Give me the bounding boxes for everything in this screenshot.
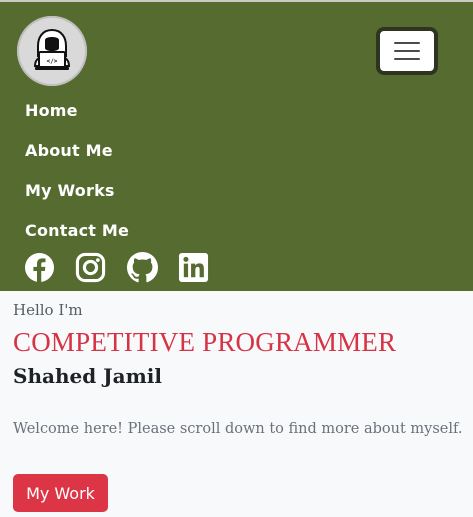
hamburger-menu-icon-bar-2 bbox=[394, 50, 420, 52]
svg-text:</>: </> bbox=[47, 58, 58, 65]
hamburger-menu-icon-bar-3 bbox=[394, 58, 420, 60]
nav-link-contact-me[interactable]: Contact Me bbox=[25, 221, 129, 240]
facebook-icon bbox=[24, 252, 55, 283]
linkedin-icon bbox=[178, 252, 209, 283]
logo-avatar[interactable]: </> bbox=[17, 16, 87, 86]
navbar-toggler-button[interactable] bbox=[376, 27, 438, 75]
instagram-icon bbox=[75, 252, 106, 283]
github-link[interactable] bbox=[127, 252, 158, 283]
facebook-link[interactable] bbox=[24, 252, 55, 283]
hero-name: Shahed Jamil bbox=[13, 364, 162, 388]
hero-welcome-text: Welcome here! Please scroll down to find… bbox=[13, 421, 463, 437]
hero-greeting: Hello I'm bbox=[13, 301, 83, 319]
github-icon bbox=[127, 252, 158, 283]
nav-link-my-works[interactable]: My Works bbox=[25, 181, 115, 200]
nav-link-about-me[interactable]: About Me bbox=[25, 141, 113, 160]
hacker-laptop-avatar-icon: </> bbox=[33, 28, 71, 70]
hero-role-title: COMPETITIVE PROGRAMMER bbox=[13, 327, 397, 357]
hamburger-menu-icon bbox=[394, 42, 420, 44]
nav-link-home[interactable]: Home bbox=[25, 101, 78, 120]
navbar: </> Home About Me My Works Contact Me bbox=[0, 2, 473, 291]
linkedin-link[interactable] bbox=[178, 252, 209, 283]
instagram-link[interactable] bbox=[75, 252, 106, 283]
my-work-button[interactable]: My Work bbox=[13, 474, 108, 512]
